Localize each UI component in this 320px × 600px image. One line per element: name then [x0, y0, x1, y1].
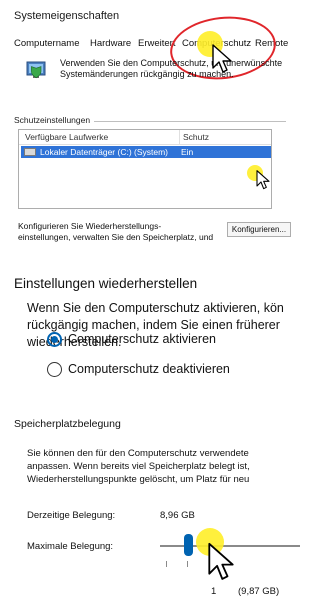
- dialog-description: Verwenden Sie den Computerschutz, um une…: [60, 58, 298, 80]
- description-line: Verwenden Sie den Computerschutz, um une…: [60, 58, 283, 68]
- radio-label-enable[interactable]: Computerschutz aktivieren: [68, 332, 216, 346]
- radio-label-disable[interactable]: Computerschutz deaktivieren: [68, 362, 230, 376]
- description-line: Wiederherstellungspunkte gelöscht, um Pl…: [27, 474, 250, 485]
- restore-settings-heading: Einstellungen wiederherstellen: [14, 276, 198, 291]
- current-usage-value: 8,96 GB: [160, 510, 195, 521]
- system-protection-icon: [26, 61, 46, 79]
- radio-enable-protection[interactable]: [47, 332, 62, 347]
- slider-tick: [166, 561, 167, 567]
- config-description: Konfigurieren Sie Wiederherstellungs- ei…: [18, 221, 218, 243]
- max-usage-percent: 1: [211, 586, 217, 597]
- tab-computername[interactable]: Computername: [14, 38, 79, 49]
- drive-name: Lokaler Datenträger (C:) (System): [40, 147, 169, 157]
- mouse-cursor-icon: [256, 170, 270, 190]
- radio-disable-protection[interactable]: [47, 362, 62, 377]
- column-header-protection[interactable]: Schutz: [183, 132, 209, 142]
- max-usage-value: (9,87 GB): [238, 586, 280, 597]
- drive-protection: Ein: [181, 147, 194, 157]
- description-line: Systemänderungen rückgängig zu machen.: [60, 69, 234, 79]
- description-line: Wenn Sie den Computerschutz aktivieren, …: [27, 301, 284, 315]
- max-usage-slider-thumb[interactable]: [184, 534, 193, 556]
- protection-group-label: Schutzeinstellungen: [14, 115, 95, 125]
- column-separator: [179, 130, 180, 145]
- storage-description: Sie können den für den Computerschutz ve…: [27, 447, 297, 486]
- tab-hardware[interactable]: Hardware: [90, 38, 131, 49]
- drives-table: Verfügbare Laufwerke Schutz Lokaler Date…: [18, 129, 272, 209]
- slider-tick: [187, 561, 188, 567]
- config-text-line: einstellungen, verwalten Sie den Speiche…: [18, 232, 214, 242]
- storage-heading: Speicherplatzbelegung: [14, 418, 121, 430]
- max-usage-label: Maximale Belegung:: [27, 541, 114, 552]
- table-header: Verfügbare Laufwerke Schutz: [19, 130, 271, 145]
- mouse-cursor-icon: [212, 44, 232, 73]
- drive-icon: [24, 148, 36, 156]
- dialog-title: Systemeigenschaften: [14, 10, 120, 22]
- mouse-cursor-icon: [208, 542, 234, 580]
- column-header-drives[interactable]: Verfügbare Laufwerke: [25, 132, 108, 142]
- configure-button[interactable]: Konfigurieren...: [227, 222, 291, 237]
- config-text-line: Konfigurieren Sie Wiederherstellungs-: [18, 221, 162, 231]
- table-row[interactable]: Lokaler Datenträger (C:) (System) Ein: [21, 146, 271, 158]
- current-usage-label: Derzeitige Belegung:: [27, 510, 116, 521]
- description-line: anpassen. Wenn bereits viel Speicherplat…: [27, 461, 250, 472]
- description-line: Sie können den für den Computerschutz ve…: [27, 448, 249, 459]
